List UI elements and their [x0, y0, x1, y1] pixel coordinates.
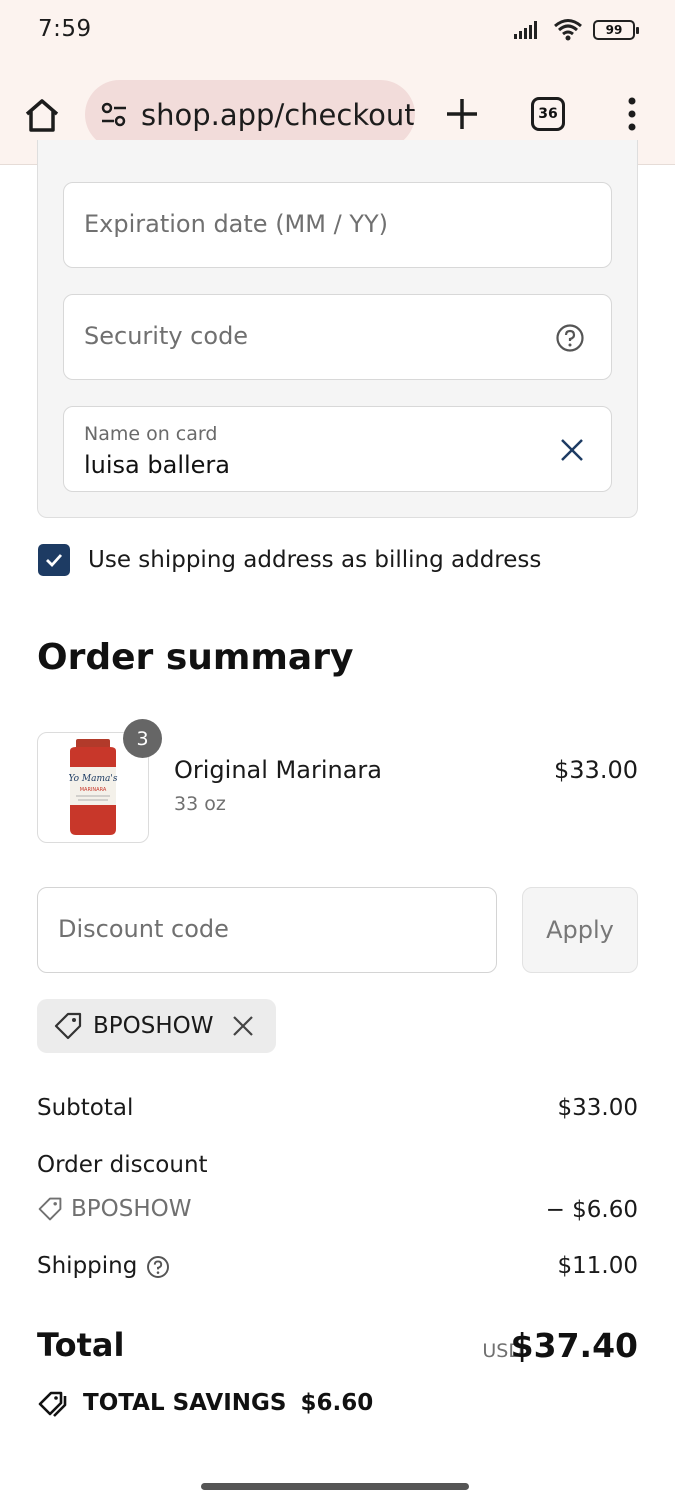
close-icon[interactable]	[559, 437, 585, 463]
tags-icon	[38, 1391, 67, 1417]
home-indicator[interactable]	[201, 1483, 469, 1490]
applied-discount-code: BPOSHOW	[93, 1013, 214, 1039]
total-label: Total	[37, 1326, 125, 1364]
apply-button[interactable]: Apply	[522, 887, 638, 973]
shipping-label: Shipping	[37, 1253, 138, 1279]
discount-code-placeholder: Discount code	[58, 915, 229, 943]
shipping-value: $11.00	[557, 1253, 638, 1279]
tune-icon[interactable]	[99, 100, 129, 130]
expiration-date-field[interactable]: Expiration date (MM / YY)	[63, 182, 612, 268]
home-icon[interactable]	[22, 96, 62, 136]
name-on-card-label: Name on card	[84, 423, 218, 445]
order-discount-value: − $6.60	[545, 1197, 638, 1223]
help-icon[interactable]	[555, 323, 585, 353]
order-discount-code-row: BPOSHOW	[37, 1196, 192, 1222]
more-vert-icon[interactable]	[620, 94, 644, 134]
subtotal-label: Subtotal	[37, 1095, 134, 1121]
quantity-badge: 3	[123, 719, 162, 758]
url-text: shop.app/checkout	[141, 97, 415, 132]
security-code-placeholder: Security code	[84, 322, 249, 350]
billing-address-checkbox-row[interactable]: Use shipping address as billing address	[38, 544, 541, 576]
expiration-date-placeholder: Expiration date (MM / YY)	[84, 210, 388, 238]
billing-checkbox[interactable]	[38, 544, 70, 576]
discount-code-input[interactable]: Discount code	[37, 887, 497, 973]
status-time: 7:59	[38, 16, 92, 42]
url-bar[interactable]: shop.app/checkout	[85, 80, 415, 149]
plus-icon[interactable]	[442, 94, 482, 134]
total-savings-row: TOTAL SAVINGS $6.60	[37, 1388, 373, 1418]
svg-text:Yo Mama's: Yo Mama's	[68, 774, 117, 784]
wifi-icon	[554, 19, 582, 41]
total-value: $37.40	[510, 1326, 638, 1365]
order-discount-label: Order discount	[37, 1152, 208, 1178]
close-icon[interactable]	[232, 1015, 254, 1037]
help-icon[interactable]	[146, 1255, 170, 1279]
tag-icon	[54, 1012, 82, 1040]
check-icon	[46, 554, 63, 568]
applied-discount-chip: BPOSHOW	[37, 999, 276, 1053]
name-on-card-value: luisa ballera	[84, 451, 231, 479]
order-discount-code: BPOSHOW	[71, 1196, 192, 1222]
total-savings-value: $6.60	[300, 1390, 374, 1416]
total-savings-label: TOTAL SAVINGS	[83, 1390, 287, 1416]
tag-icon	[38, 1197, 62, 1221]
security-code-field[interactable]: Security code	[63, 294, 612, 380]
status-icons: 99	[513, 18, 639, 42]
subtotal-value: $33.00	[557, 1095, 638, 1121]
product-price: $33.00	[554, 756, 638, 784]
battery-icon: 99	[593, 20, 639, 40]
tabs-icon[interactable]: 36	[531, 97, 565, 131]
status-bar: 7:59 99	[0, 0, 675, 64]
svg-text:MARINARA: MARINARA	[80, 787, 107, 793]
product-name: Original Marinara	[174, 756, 382, 784]
order-summary-title: Order summary	[37, 637, 354, 678]
name-on-card-field[interactable]: Name on card luisa ballera	[63, 406, 612, 492]
signal-icon	[514, 21, 537, 39]
billing-checkbox-label: Use shipping address as billing address	[88, 547, 542, 573]
product-variant: 33 oz	[174, 793, 226, 815]
